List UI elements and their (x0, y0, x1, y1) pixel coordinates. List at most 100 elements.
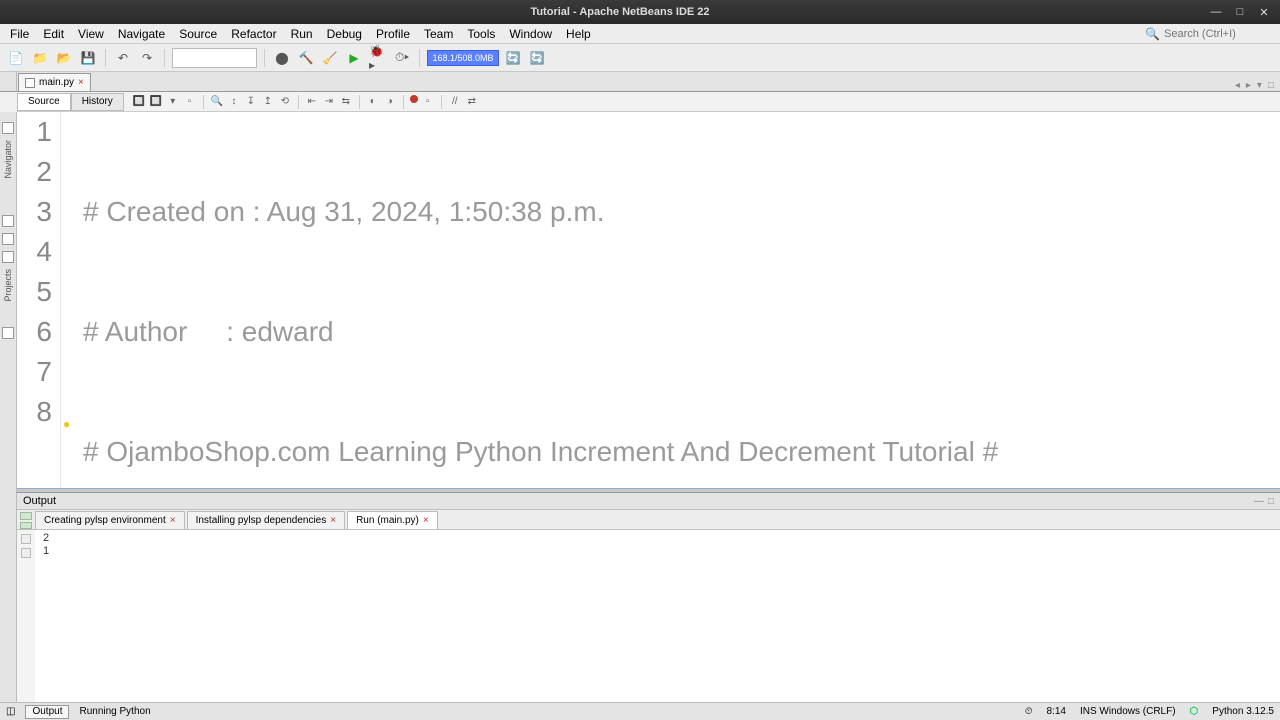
menu-debug[interactable]: Debug (321, 25, 368, 43)
tb-icon[interactable]: ⇄ (465, 95, 479, 109)
output-tab-run[interactable]: Run (main.py) × (347, 511, 438, 529)
minimize-button[interactable]: — (1210, 6, 1222, 19)
new-file-button[interactable]: 📄 (6, 48, 26, 68)
output-side-run[interactable] (20, 512, 32, 520)
output-line: 2 (43, 532, 1272, 545)
sidebar-navigator[interactable]: Navigator (3, 140, 13, 179)
navigator-icon[interactable] (2, 122, 14, 134)
profile-ide-button[interactable]: 🔄 (527, 48, 547, 68)
tb-icon[interactable]: ◑ (383, 95, 397, 109)
menu-window[interactable]: Window (503, 25, 558, 43)
menu-help[interactable]: Help (560, 25, 597, 43)
tb-dropdown[interactable]: ▾ (166, 95, 180, 109)
output-tab-installing[interactable]: Installing pylsp dependencies × (187, 511, 346, 529)
new-project-button[interactable]: 📁 (30, 48, 50, 68)
redo-button[interactable]: ↷ (137, 48, 157, 68)
save-all-button[interactable]: 💾 (78, 48, 98, 68)
status-output-button[interactable]: Output (25, 705, 69, 719)
undo-button[interactable]: ↶ (113, 48, 133, 68)
global-search[interactable]: 🔍 (1145, 27, 1280, 41)
search-input[interactable] (1164, 28, 1274, 40)
menu-team[interactable]: Team (418, 25, 459, 43)
open-button[interactable]: 📂 (54, 48, 74, 68)
tb-icon[interactable]: 🔲 (149, 95, 163, 109)
line-number: 7 (17, 352, 52, 392)
output-tab-creating[interactable]: Creating pylsp environment × (35, 511, 185, 529)
status-icon[interactable]: ◫ (6, 706, 15, 717)
run-project-button[interactable]: ▶ (344, 48, 364, 68)
projects-icon[interactable] (2, 215, 14, 227)
tb-icon[interactable]: ↥ (261, 95, 275, 109)
tb-icon[interactable]: 🔍 (210, 95, 224, 109)
menu-source[interactable]: Source (173, 25, 223, 43)
menu-navigate[interactable]: Navigate (112, 25, 171, 43)
output-side-stop[interactable] (20, 522, 32, 530)
config-combo[interactable] (172, 48, 257, 68)
menu-profile[interactable]: Profile (370, 25, 416, 43)
menu-run[interactable]: Run (285, 25, 319, 43)
output-gutter (17, 530, 35, 702)
code-area[interactable]: # Created on : Aug 31, 2024, 1:50:38 p.m… (79, 112, 1280, 488)
side-icon[interactable] (2, 327, 14, 339)
tb-icon[interactable]: ◐ (366, 95, 380, 109)
tab-nav-right[interactable]: ▸ (1244, 80, 1253, 91)
tb-icon[interactable]: ▫ (421, 95, 435, 109)
output-minimize[interactable]: — (1254, 496, 1264, 507)
search-icon: 🔍 (1145, 27, 1160, 41)
debug-button[interactable]: 🐞▸ (368, 48, 388, 68)
side-gutter (0, 72, 17, 91)
language-indicator[interactable]: Python 3.12.5 (1212, 706, 1274, 717)
close-button[interactable]: ✕ (1258, 6, 1270, 19)
maximize-button[interactable]: □ (1234, 6, 1246, 19)
editor-toolbar: Source History 🔲 🔲 ▾ ▫ 🔍 ↕ ↧ ↥ ⟲ ⇤ ⇥ ⇆ ◐… (17, 92, 1280, 112)
separator (359, 95, 360, 109)
clean-build-button[interactable]: 🔨 (296, 48, 316, 68)
separator (298, 95, 299, 109)
close-tab-button[interactable]: × (423, 515, 429, 526)
sidebar-projects[interactable]: Projects (3, 269, 13, 302)
tab-dropdown[interactable]: ▾ (1255, 80, 1264, 91)
encoding-indicator[interactable]: INS Windows (CRLF) (1080, 706, 1176, 717)
services-icon[interactable] (2, 251, 14, 263)
macro-record-icon[interactable] (410, 95, 418, 103)
warning-badge[interactable] (61, 392, 79, 432)
build-button[interactable]: ⬤ (272, 48, 292, 68)
tb-icon[interactable]: ▫ (183, 95, 197, 109)
tb-icon[interactable]: ⇤ (305, 95, 319, 109)
tb-icon[interactable]: // (448, 95, 462, 109)
tb-icon[interactable]: ⇆ (339, 95, 353, 109)
close-tab-button[interactable]: × (170, 515, 176, 526)
source-tab[interactable]: Source (17, 93, 71, 111)
memory-indicator[interactable]: 168.1/508.0MB (427, 50, 499, 66)
close-tab-button[interactable]: × (330, 515, 336, 526)
tab-nav-left[interactable]: ◂ (1233, 80, 1242, 91)
menu-edit[interactable]: Edit (37, 25, 70, 43)
titlebar: Tutorial - Apache NetBeans IDE 22 — □ ✕ (0, 0, 1280, 24)
menu-tools[interactable]: Tools (461, 25, 501, 43)
profile-button[interactable]: ⏱▸ (392, 48, 412, 68)
output-maximize[interactable]: □ (1268, 496, 1274, 507)
menu-file[interactable]: File (4, 25, 35, 43)
tab-maximize[interactable]: □ (1266, 80, 1276, 91)
line-number: 8 (17, 392, 52, 432)
tb-icon[interactable]: ⇥ (322, 95, 336, 109)
files-icon[interactable] (2, 233, 14, 245)
separator (105, 49, 106, 67)
tb-icon[interactable]: 🔲 (132, 95, 146, 109)
output-text[interactable]: 2 1 (35, 530, 1280, 702)
clean-button[interactable]: 🧹 (320, 48, 340, 68)
gc-button[interactable]: 🔄 (503, 48, 523, 68)
line-number: 4 (17, 232, 52, 272)
menu-refactor[interactable]: Refactor (225, 25, 282, 43)
history-tab[interactable]: History (71, 93, 124, 111)
status-progress-icon[interactable]: ⏲ (1025, 706, 1033, 717)
output-gutter-btn[interactable] (21, 548, 31, 558)
file-tab-main[interactable]: main.py × (18, 73, 91, 91)
line-number: 2 (17, 152, 52, 192)
output-gutter-btn[interactable] (21, 534, 31, 544)
tb-icon[interactable]: ↧ (244, 95, 258, 109)
tb-icon[interactable]: ⟲ (278, 95, 292, 109)
menu-view[interactable]: View (72, 25, 110, 43)
tb-icon[interactable]: ↕ (227, 95, 241, 109)
close-tab-button[interactable]: × (78, 77, 84, 88)
